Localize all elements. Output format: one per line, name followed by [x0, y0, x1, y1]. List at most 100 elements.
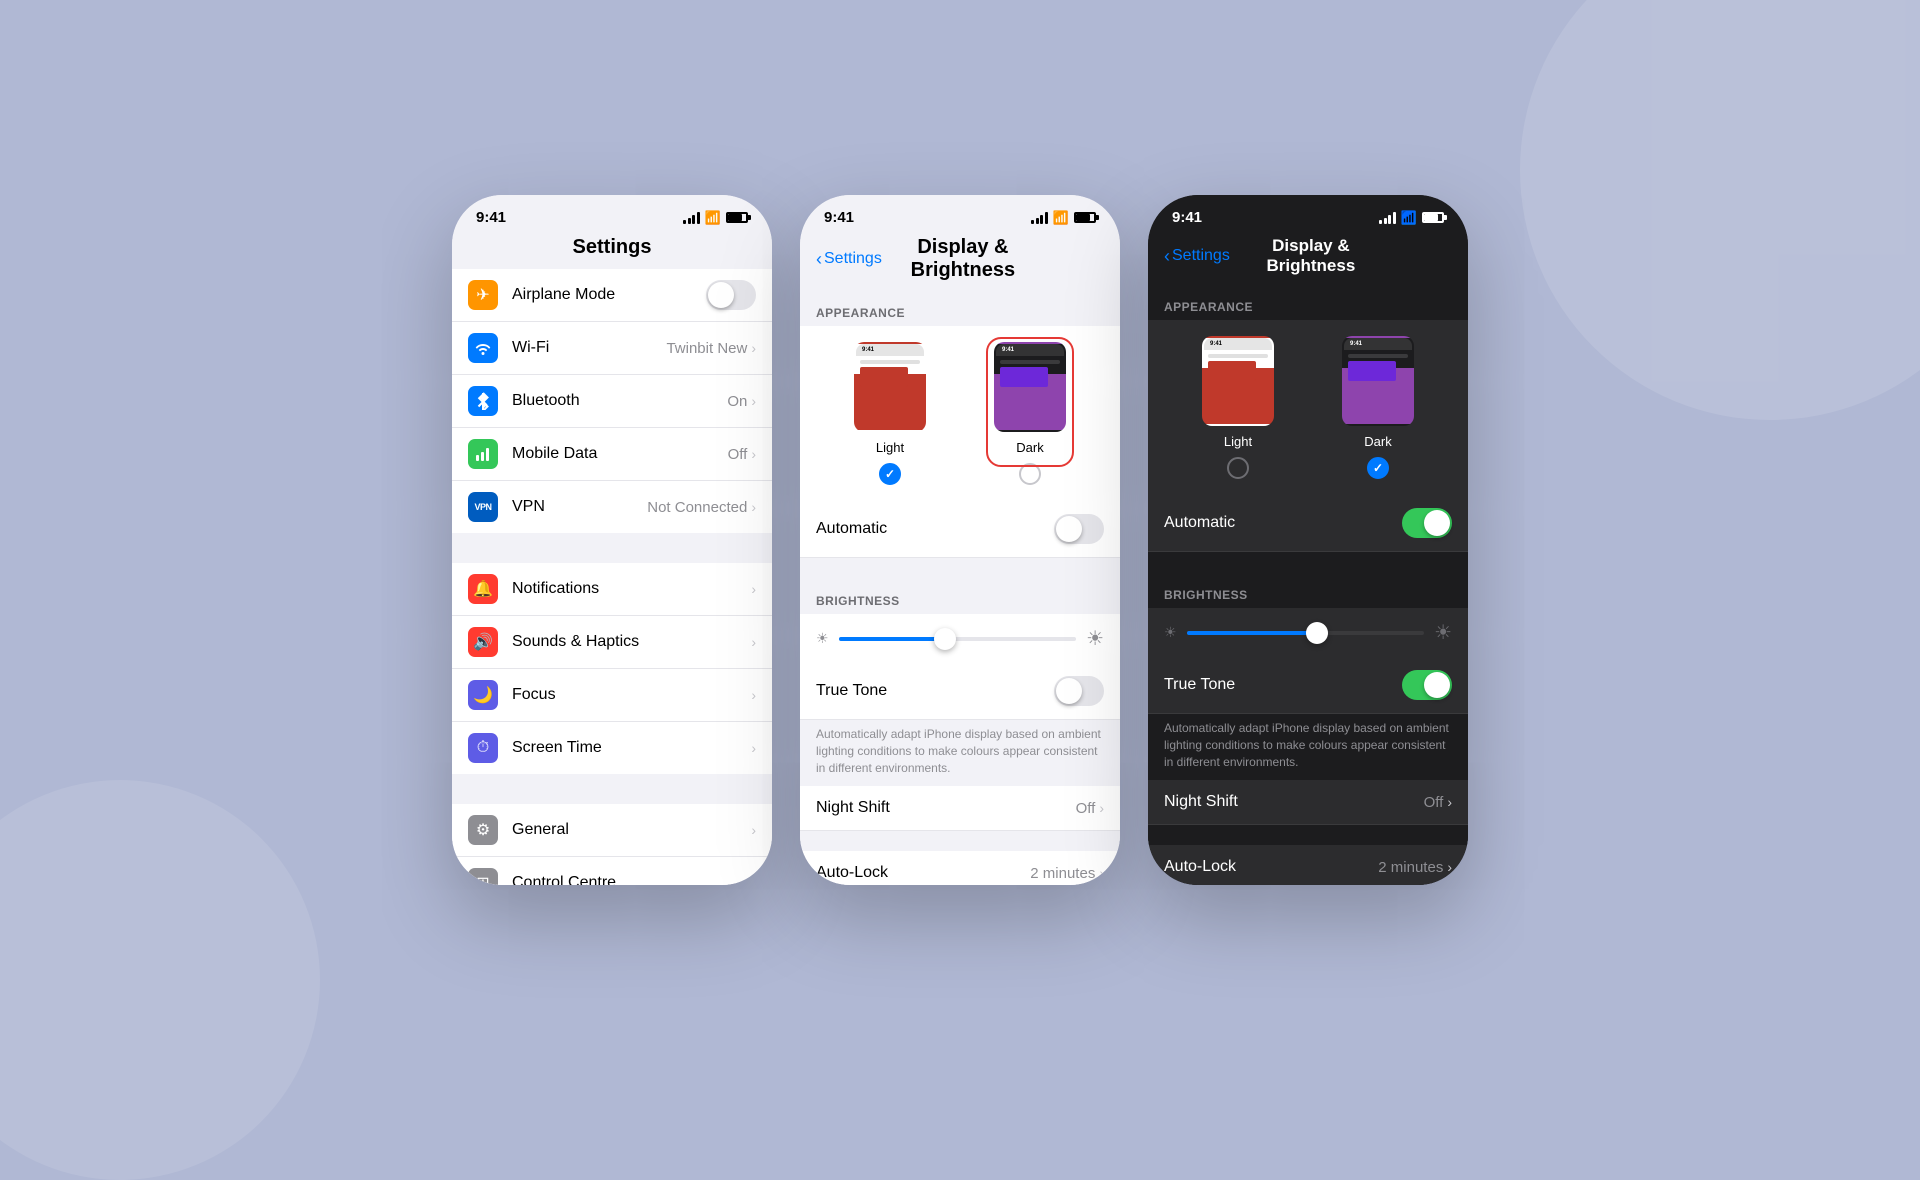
back-btn-3[interactable]: ‹ Settings — [1164, 246, 1230, 267]
airplane-toggle[interactable] — [706, 280, 756, 310]
settings-item-mobiledata[interactable]: Mobile Data Off › — [452, 428, 772, 481]
bluetooth-value: On — [727, 393, 747, 410]
bluetooth-icon — [468, 386, 498, 416]
settings-item-wifi[interactable]: Wi-Fi Twinbit New › — [452, 322, 772, 375]
automatic-row-3[interactable]: Automatic — [1148, 495, 1468, 552]
truetone-row-3[interactable]: True Tone — [1148, 657, 1468, 714]
dark-radio-2[interactable] — [1019, 463, 1041, 485]
appearance-dark-3[interactable]: 9:41 Dark — [1342, 336, 1414, 479]
section-gap-2b — [800, 831, 1120, 851]
settings-group-display: ⚙ General › ⊞ Control Centre › AA Displa… — [452, 804, 772, 885]
nightshift-value-2: Off — [1076, 800, 1096, 817]
nightshift-row-3[interactable]: Night Shift Off › — [1148, 780, 1468, 825]
group-divider-2 — [452, 774, 772, 804]
appearance-dark-2[interactable]: 9:41 Dark — [994, 342, 1066, 485]
automatic-row-2[interactable]: Automatic — [800, 501, 1120, 558]
signal-icon-1 — [683, 212, 700, 224]
nightshift-value-3: Off — [1424, 794, 1444, 811]
sun-large-icon-2: ☀ — [1086, 626, 1104, 651]
light-radio-3[interactable] — [1227, 457, 1249, 479]
brightness-fill-2 — [839, 637, 946, 641]
back-btn-2[interactable]: ‹ Settings — [816, 249, 882, 270]
truetone-toggle-3[interactable] — [1402, 670, 1452, 700]
phones-container: 9:41 📶 Settings ✈ — [452, 195, 1468, 885]
status-bar-3: 9:41 📶 — [1148, 195, 1468, 232]
autolock-chevron-3: › — [1447, 859, 1452, 875]
settings-list: ✈ Airplane Mode Wi-Fi Twinbit New › — [452, 269, 772, 885]
back-label-2: Settings — [824, 250, 882, 268]
settings-item-screentime[interactable]: ⏱ Screen Time › — [452, 722, 772, 774]
truetone-toggle-2[interactable] — [1054, 676, 1104, 706]
mobiledata-icon — [468, 439, 498, 469]
sun-small-icon-3: ☀ — [1164, 624, 1177, 641]
nightshift-row-2[interactable]: Night Shift Off › — [800, 786, 1120, 831]
automatic-toggle-2[interactable] — [1054, 514, 1104, 544]
appearance-light-2[interactable]: 9:41 Light — [854, 342, 926, 485]
brightness-knob-2[interactable] — [934, 628, 956, 650]
page-title-settings: Settings — [468, 236, 756, 259]
wifi-icon — [468, 333, 498, 363]
db-content-dark: APPEARANCE 9:41 Light — [1148, 284, 1468, 885]
wifi-value: Twinbit New — [666, 340, 747, 357]
brightness-header-3: BRIGHTNESS — [1148, 572, 1468, 608]
settings-item-vpn[interactable]: VPN VPN Not Connected › — [452, 481, 772, 533]
nav-bar-3: ‹ Settings Display & Brightness — [1148, 232, 1468, 284]
group-divider-1 — [452, 533, 772, 563]
truetone-label-2: True Tone — [816, 682, 1054, 700]
settings-item-notifications[interactable]: 🔔 Notifications › — [452, 563, 772, 616]
dark-label-2: Dark — [1016, 440, 1043, 455]
truetone-row-2[interactable]: True Tone — [800, 663, 1120, 720]
light-radio-2[interactable] — [879, 463, 901, 485]
settings-group-connectivity: ✈ Airplane Mode Wi-Fi Twinbit New › — [452, 269, 772, 533]
settings-item-general[interactable]: ⚙ General › — [452, 804, 772, 857]
controlcentre-label: Control Centre — [512, 874, 751, 885]
brightness-slider-3[interactable] — [1187, 631, 1425, 635]
wifi-icon-1: 📶 — [705, 210, 721, 226]
mobiledata-value: Off — [728, 446, 748, 463]
airplane-icon: ✈ — [468, 280, 498, 310]
signal-icon-3 — [1379, 212, 1396, 224]
settings-item-sounds[interactable]: 🔊 Sounds & Haptics › — [452, 616, 772, 669]
brightness-knob-3[interactable] — [1306, 622, 1328, 644]
phone-display-light: 9:41 📶 ‹ Settings Display & Brightness — [800, 195, 1120, 885]
settings-item-airplane[interactable]: ✈ Airplane Mode — [452, 269, 772, 322]
back-chevron-2: ‹ — [816, 249, 822, 270]
nav-bar-2: ‹ Settings Display & Brightness — [800, 232, 1120, 290]
status-icons-1: 📶 — [683, 210, 748, 226]
autolock-chevron-2: › — [1099, 865, 1104, 881]
dark-label-3: Dark — [1364, 434, 1391, 449]
autolock-value-2: 2 minutes — [1030, 865, 1095, 882]
battery-icon-3 — [1422, 212, 1444, 223]
light-label-3: Light — [1224, 434, 1252, 449]
sun-small-icon-2: ☀ — [816, 630, 829, 647]
truetone-desc-3: Automatically adapt iPhone display based… — [1148, 714, 1468, 780]
mobiledata-label: Mobile Data — [512, 445, 728, 463]
light-label-2: Light — [876, 440, 904, 455]
automatic-toggle-3[interactable] — [1402, 508, 1452, 538]
section-gap-2 — [800, 558, 1120, 578]
truetone-desc-2: Automatically adapt iPhone display based… — [800, 720, 1120, 786]
notifications-label: Notifications — [512, 580, 751, 598]
settings-item-bluetooth[interactable]: Bluetooth On › — [452, 375, 772, 428]
focus-icon: 🌙 — [468, 680, 498, 710]
brightness-header-2: BRIGHTNESS — [800, 578, 1120, 614]
signal-icon-2 — [1031, 212, 1048, 224]
dark-radio-3[interactable] — [1367, 457, 1389, 479]
settings-item-controlcentre[interactable]: ⊞ Control Centre › — [452, 857, 772, 885]
settings-item-focus[interactable]: 🌙 Focus › — [452, 669, 772, 722]
appearance-light-3[interactable]: 9:41 Light — [1202, 336, 1274, 479]
notifications-icon: 🔔 — [468, 574, 498, 604]
appearance-row-3: 9:41 Light 9:41 — [1148, 320, 1468, 495]
bluetooth-label: Bluetooth — [512, 392, 727, 410]
back-label-3: Settings — [1172, 247, 1230, 265]
appearance-header-3: APPEARANCE — [1148, 284, 1468, 320]
autolock-row-2[interactable]: Auto-Lock 2 minutes › — [800, 851, 1120, 885]
autolock-label-3: Auto-Lock — [1164, 858, 1378, 876]
autolock-label-2: Auto-Lock — [816, 864, 1030, 882]
section-gap-3b — [1148, 825, 1468, 845]
back-chevron-3: ‹ — [1164, 246, 1170, 267]
battery-icon-2 — [1074, 212, 1096, 223]
autolock-row-3[interactable]: Auto-Lock 2 minutes › — [1148, 845, 1468, 885]
brightness-slider-2[interactable] — [839, 637, 1077, 641]
phone-display-dark: 9:41 📶 ‹ Settings Display & Brightness — [1148, 195, 1468, 885]
